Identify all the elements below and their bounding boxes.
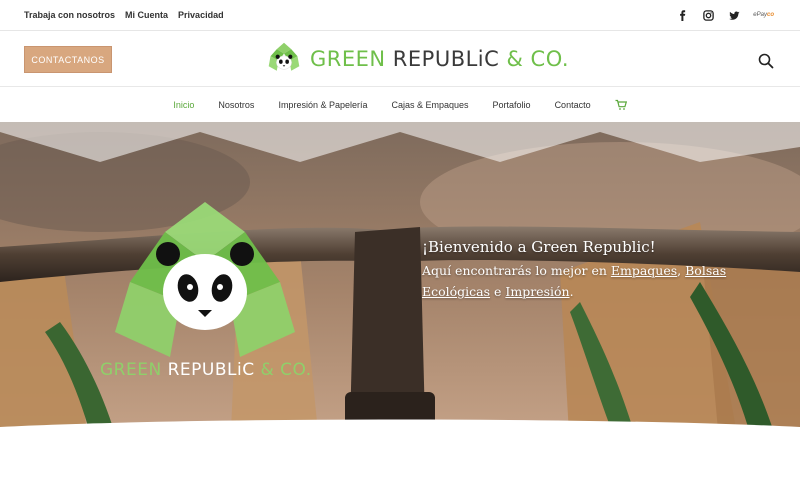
logo-word-republic: REPUBLiC xyxy=(385,47,500,71)
site-logo[interactable]: GREEN REPUBLiC & CO. xyxy=(266,41,569,77)
link-mi-cuenta[interactable]: Mi Cuenta xyxy=(125,10,168,20)
welcome-title: ¡Bienvenido a Green Republic! xyxy=(422,238,656,256)
hero-word-co: & CO. xyxy=(254,360,312,380)
epayco-prefix: ePay xyxy=(753,12,767,18)
hero-wordmark: GREEN REPUBLiC & CO. xyxy=(100,360,312,380)
facebook-icon[interactable] xyxy=(675,8,689,22)
hero-word-green: GREEN xyxy=(100,360,162,380)
social-links: ePayco xyxy=(675,8,774,22)
top-utility-bar: Trabaja con nosotros Mi Cuenta Privacida… xyxy=(0,0,800,31)
welcome-line: Aquí encontrarás lo mejor en Empaques, B… xyxy=(422,260,792,302)
hero-banner: GREEN REPUBLiC & CO. ¡Bienvenido a Green… xyxy=(0,122,800,452)
link-trabaja[interactable]: Trabaja con nosotros xyxy=(24,10,115,20)
contact-button[interactable]: CONTACTANOS xyxy=(24,46,112,73)
site-header: CONTACTANOS GREEN REPUBLiC & CO. xyxy=(0,31,800,87)
logo-wordmark: GREEN REPUBLiC & CO. xyxy=(310,47,569,71)
welcome-text: ¡Bienvenido a Green Republic! Aquí encon… xyxy=(422,238,792,302)
twitter-icon[interactable] xyxy=(727,8,741,22)
nav-cajas[interactable]: Cajas & Empaques xyxy=(391,100,468,110)
link-privacidad[interactable]: Privacidad xyxy=(178,10,224,20)
nav-contacto[interactable]: Contacto xyxy=(555,100,591,110)
top-links: Trabaja con nosotros Mi Cuenta Privacida… xyxy=(24,10,224,20)
welcome-end: . xyxy=(569,284,574,299)
content-start xyxy=(0,452,800,500)
search-icon[interactable] xyxy=(758,53,774,69)
nav-nosotros[interactable]: Nosotros xyxy=(218,100,254,110)
hero-word-republic: REPUBLiC xyxy=(161,360,255,380)
welcome-prefix: Aquí encontrarás lo mejor en xyxy=(422,263,611,278)
panda-logo-icon xyxy=(268,42,300,71)
epayco-badge[interactable]: ePayco xyxy=(753,12,774,18)
link-impresion[interactable]: Impresión xyxy=(505,284,569,299)
epayco-suffix: co xyxy=(766,12,774,18)
instagram-icon[interactable] xyxy=(701,8,715,22)
nav-portafolio[interactable]: Portafolio xyxy=(493,100,531,110)
cart-icon[interactable] xyxy=(615,99,627,111)
welcome-sep1: , xyxy=(677,263,686,278)
link-empaques[interactable]: Empaques xyxy=(611,263,677,278)
logo-word-green: GREEN xyxy=(310,47,386,71)
nav-impresion[interactable]: Impresión & Papelería xyxy=(278,100,367,110)
main-nav: Inicio Nosotros Impresión & Papelería Ca… xyxy=(0,87,800,122)
welcome-sep2: e xyxy=(490,284,506,299)
logo-word-co: & CO. xyxy=(499,47,570,71)
nav-inicio[interactable]: Inicio xyxy=(173,100,194,110)
